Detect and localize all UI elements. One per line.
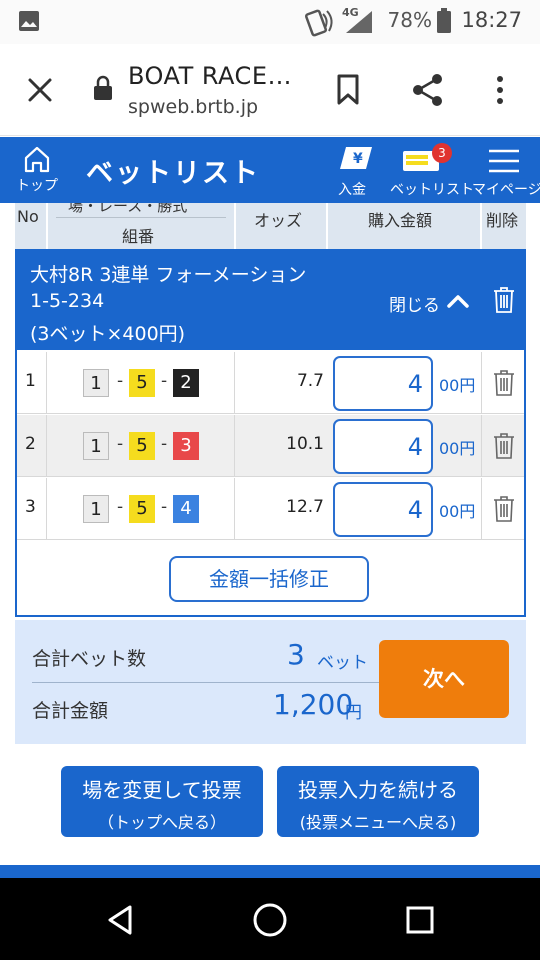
home-circle-icon[interactable] [252,902,288,938]
amount-unit: 00円 [439,502,476,521]
amount-input[interactable]: 4 [333,356,433,411]
delete-row-icon[interactable] [493,496,515,522]
image-icon [19,11,39,31]
bet-group-header: 大村8R 3連単 フォーメーション 1-5-234 (3ベット×400円) 閉じ… [17,251,524,350]
chevron-up-icon [447,295,469,308]
battery-icon [437,8,451,33]
betlist-badge: 3 [432,143,452,163]
summary-panel: 合計ベット数 3 ベット 合計金額 1,200 円 次へ [15,620,526,744]
back-icon[interactable] [106,904,134,936]
odds-value: 7.7 [296,371,324,391]
collapse-label: 閉じる [389,296,440,316]
page-url[interactable]: spweb.brtb.jp [128,96,258,118]
combination-summary: 1-5-234 [30,290,105,312]
bet-row-2: 2 1 - 5 - 3 10.1 4 00円 [17,415,524,477]
deposit-icon: ¥ [340,147,372,169]
boat-box-1: 1 [83,495,109,523]
nfc-icon [304,9,333,37]
bulk-edit-button[interactable]: 金額一括修正 [169,556,369,602]
total-bets-label: 合計ベット数 [32,648,147,670]
col-odds: オッズ [236,203,326,249]
nav-mypage-button[interactable]: マイページ [472,143,540,201]
battery-percent: 78% [387,8,432,32]
race-summary: 大村8R 3連単 フォーメーション [30,264,307,286]
delete-row-icon[interactable] [493,433,515,459]
change-venue-button[interactable]: 場を変更して投票 （トップへ戻る） [61,766,263,837]
clock: 18:27 [461,8,522,32]
amount-input[interactable]: 4 [333,482,433,537]
system-nav-bar [0,878,540,960]
nav-deposit-label: 入金 [338,182,366,198]
app-header: トップ ベットリスト ¥ 入金 3 ベットリスト マイページ [0,137,540,203]
recents-icon[interactable] [406,906,434,934]
odds-value: 10.1 [286,434,324,454]
boat-box-2: 5 [129,495,155,523]
total-bets-value: 3 [287,638,305,671]
total-amount-value: 1,200 [273,688,354,721]
continue-voting-button[interactable]: 投票入力を続ける (投票メニューへ戻る) [277,766,479,837]
change-venue-label: 場を変更して投票 [82,778,242,802]
footer-strip [0,865,540,878]
nav-deposit-button[interactable]: ¥ 入金 [332,143,378,201]
row-number: 2 [25,434,36,454]
browser-toolbar: BOAT RACE… spweb.brtb.jp [0,44,540,136]
continue-voting-sublabel: (投票メニューへ戻る) [299,813,457,832]
boat-box-1: 1 [83,432,109,460]
odds-value: 12.7 [286,497,324,517]
amount-unit: 00円 [439,439,476,458]
col-delete: 削除 [482,203,526,249]
lock-icon [94,75,112,100]
next-button[interactable]: 次へ [379,640,509,718]
nav-mypage-label: マイページ [472,182,540,198]
row-number: 3 [25,497,36,517]
delete-row-icon[interactable] [493,370,515,396]
page-title: BOAT RACE… [128,62,292,90]
delete-group-icon[interactable] [493,287,515,313]
boat-box-3: 2 [173,369,199,397]
col-amount: 購入金額 [328,203,480,249]
home-icon [24,146,50,173]
more-menu-icon[interactable] [494,74,506,106]
total-amount-unit: 円 [345,703,362,723]
bet-row-3: 3 1 - 5 - 4 12.7 4 00円 [17,478,524,540]
amount-input[interactable]: 4 [333,419,433,474]
status-bar: 4G 78% 18:27 [0,0,540,44]
boat-box-3: 3 [173,432,199,460]
total-bets-unit: ベット [317,653,368,673]
share-icon[interactable] [410,72,446,108]
nav-betlist-label: ベットリスト [390,182,474,198]
screen-title: ベットリスト [86,158,260,189]
boat-box-2: 5 [129,432,155,460]
close-tab-icon[interactable] [26,76,54,104]
nav-betlist-button[interactable]: 3 ベットリスト [388,143,474,201]
col-combo: 場・レース・勝式 組番 [48,203,234,249]
bet-group: 大村8R 3連単 フォーメーション 1-5-234 (3ベット×400円) 閉じ… [15,249,526,617]
collapse-button[interactable]: 閉じる [389,289,475,316]
boat-box-1: 1 [83,369,109,397]
col-no: No [15,203,46,249]
nav-top-label: トップ [16,178,58,194]
amount-unit: 00円 [439,376,476,395]
change-venue-sublabel: （トップへ戻る） [97,813,226,832]
bet-count-summary: (3ベット×400円) [30,323,186,345]
svg-text:¥: ¥ [353,151,363,167]
total-amount-label: 合計金額 [32,700,109,722]
boat-box-2: 5 [129,369,155,397]
continue-voting-label: 投票入力を続ける [298,778,458,802]
hamburger-icon [489,149,519,173]
nav-top-button[interactable]: トップ [14,143,60,201]
boat-box-3: 4 [173,495,199,523]
row-number: 1 [25,371,36,391]
bookmark-icon[interactable] [336,74,360,106]
bet-row-1: 1 1 - 5 - 2 7.7 4 00円 [17,352,524,414]
signal-icon [346,11,372,33]
